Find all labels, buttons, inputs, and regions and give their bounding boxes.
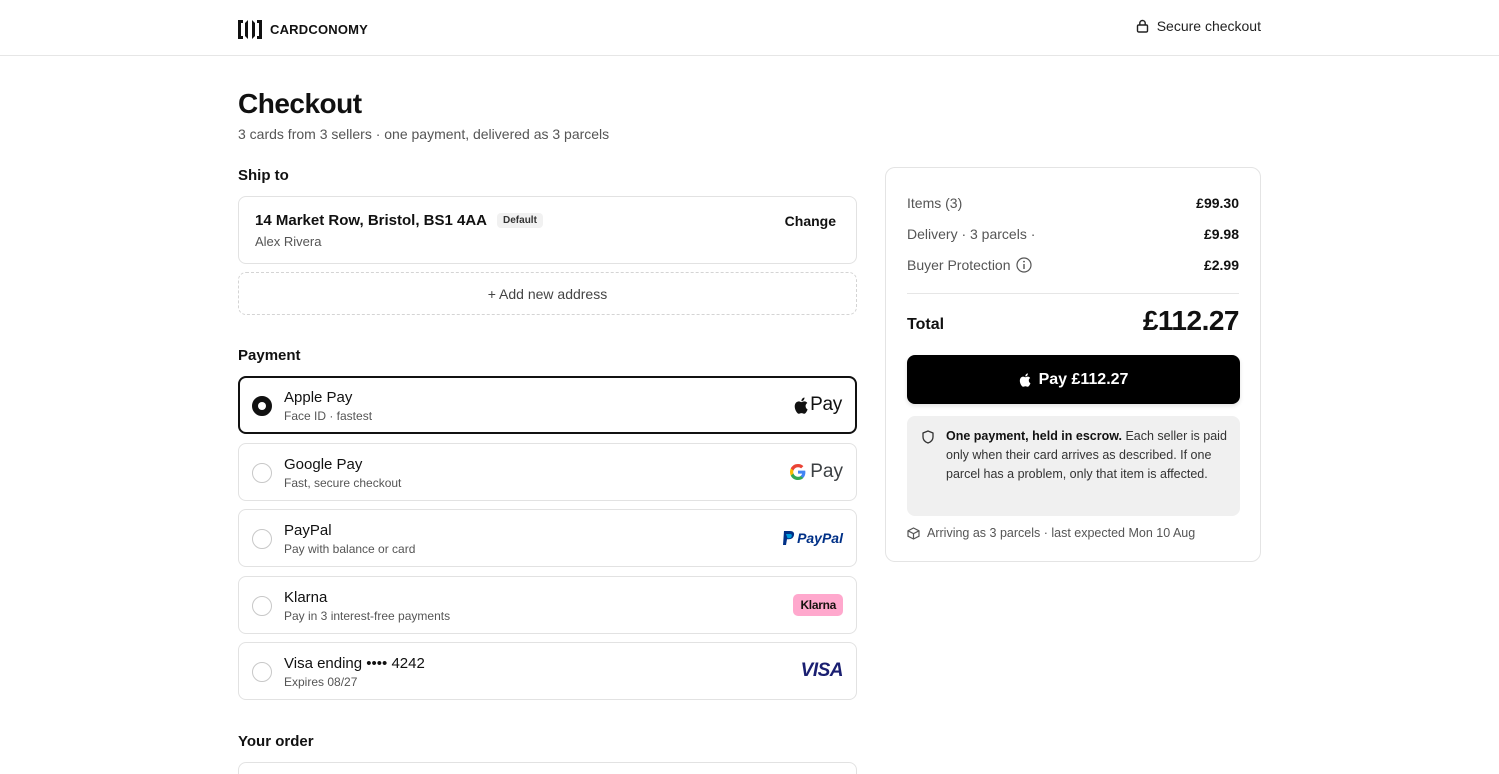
top-bar: CARDCONOMY Secure checkout [0, 0, 1499, 56]
apple-icon [1019, 372, 1030, 387]
info-icon[interactable] [1015, 257, 1032, 273]
option-title: PayPal [284, 522, 332, 539]
apple-pay-logo-text: Pay [810, 394, 842, 415]
address-card: 14 Market Row, Bristol, BS1 4AA Default … [238, 196, 857, 264]
items-row: Items (3) £99.30 [907, 195, 1239, 211]
order-card [238, 762, 857, 774]
delivery-value: £9.98 [1203, 226, 1239, 242]
escrow-text: One payment, held in escrow. Each seller… [946, 427, 1228, 484]
visa-logo-text: VISA [800, 660, 844, 681]
shield-icon [922, 430, 934, 444]
protection-label: Buyer Protection [907, 257, 1011, 273]
apple-icon [794, 397, 808, 414]
option-subtitle: Face ID · fastest [284, 409, 373, 423]
radio-unselected[interactable] [252, 463, 272, 483]
brand-logo-icon [238, 20, 262, 39]
delivery-row: Delivery · 3 parcels · £9.98 [907, 226, 1239, 242]
klarna-logo: Klarna [793, 594, 843, 616]
lock-icon [1136, 19, 1148, 33]
ship-to-heading: Ship to [238, 167, 289, 184]
secure-checkout-label: Secure checkout [1156, 18, 1261, 34]
protection-value: £2.99 [1203, 257, 1239, 273]
payment-heading: Payment [238, 347, 301, 364]
radio-unselected[interactable] [252, 529, 272, 549]
page-title: Checkout [238, 88, 362, 119]
radio-unselected[interactable] [252, 596, 272, 616]
pay-button-label: Pay £112.27 [1038, 370, 1129, 388]
option-title: Klarna [284, 589, 328, 606]
escrow-notice: One payment, held in escrow. Each seller… [907, 416, 1240, 516]
option-subtitle: Fast, secure checkout [284, 476, 402, 490]
arrival-note: Arriving as 3 parcels · last expected Mo… [907, 526, 1195, 540]
payment-option-visa[interactable]: Visa ending •••• 4242 Expires 08/27 VISA [238, 642, 857, 700]
protection-row: Buyer Protection £2.99 [907, 257, 1239, 273]
option-title: Apple Pay [284, 389, 353, 406]
brand[interactable]: CARDCONOMY [238, 20, 368, 39]
option-subtitle: Pay in 3 interest-free payments [284, 609, 451, 623]
secure-checkout: Secure checkout [1136, 18, 1261, 34]
add-new-address-button[interactable]: + Add new address [238, 272, 857, 315]
total-value: £112.27 [1142, 305, 1240, 336]
apple-pay-logo: Pay [794, 394, 842, 416]
option-title: Google Pay [284, 456, 363, 473]
payment-option-paypal[interactable]: PayPal Pay with balance or card PayPal [238, 509, 857, 567]
visa-logo: VISA [800, 660, 844, 682]
items-label: Items (3) [907, 195, 963, 211]
escrow-bold-text: One payment, held in escrow. [946, 429, 1122, 443]
payment-option-klarna[interactable]: Klarna Pay in 3 interest-free payments K… [238, 576, 857, 634]
paypal-icon [783, 530, 795, 545]
paypal-logo: PayPal [782, 530, 843, 546]
paypal-logo-text: PayPal [797, 530, 843, 546]
brand-name: CARDCONOMY [270, 22, 369, 37]
option-title: Visa ending •••• 4242 [284, 655, 425, 672]
radio-unselected[interactable] [252, 662, 272, 682]
your-order-heading: Your order [238, 733, 314, 750]
payment-option-google-pay[interactable]: Google Pay Fast, secure checkout Pay [238, 443, 857, 501]
klarna-logo-text: Klarna [793, 594, 843, 616]
option-subtitle: Pay with balance or card [284, 542, 416, 556]
summary-divider [907, 293, 1239, 294]
option-subtitle: Expires 08/27 [284, 675, 358, 689]
google-pay-logo-text: Pay [810, 461, 843, 482]
page-subtitle: 3 cards from 3 sellers · one payment, de… [238, 126, 610, 142]
default-badge: Default [497, 213, 543, 228]
total-label: Total [907, 316, 945, 333]
payment-option-apple-pay[interactable]: Apple Pay Face ID · fastest Pay [238, 376, 857, 434]
arrival-text: Arriving as 3 parcels · last expected Mo… [927, 526, 1196, 540]
parcel-icon [907, 526, 920, 540]
change-address-button[interactable]: Change [785, 213, 836, 229]
address-text: 14 Market Row, Bristol, BS1 4AA [255, 212, 488, 229]
google-pay-logo: Pay [790, 461, 843, 483]
radio-selected[interactable] [252, 396, 272, 416]
items-value: £99.30 [1196, 195, 1239, 211]
google-g-icon [790, 464, 806, 480]
pay-button[interactable]: Pay £112.27 [907, 355, 1240, 404]
order-summary: Items (3) £99.30 Delivery · 3 parcels · … [885, 167, 1261, 562]
delivery-label: Delivery · 3 parcels · [907, 226, 1036, 242]
recipient-name: Alex Rivera [255, 234, 322, 249]
